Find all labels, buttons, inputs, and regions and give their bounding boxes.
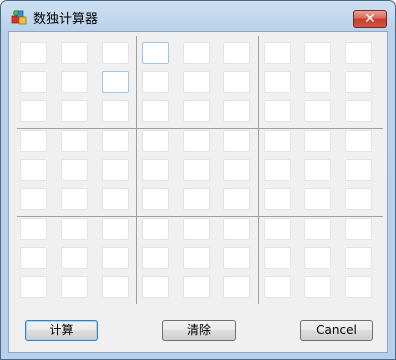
sudoku-cell-r2-c3[interactable] [102, 71, 129, 93]
sudoku-cell-r6-c3[interactable] [102, 188, 129, 210]
sudoku-cell-r7-c8[interactable] [304, 218, 331, 240]
sudoku-cell-r8-c5[interactable] [183, 247, 210, 269]
sudoku-cell-r9-c7[interactable] [264, 276, 291, 298]
box-divider-vertical-2 [258, 36, 259, 304]
sudoku-cell-r5-c9[interactable] [345, 159, 372, 181]
sudoku-cell-r3-c5[interactable] [183, 100, 210, 122]
sudoku-cell-r8-c1[interactable] [20, 247, 47, 269]
sudoku-cell-r7-c9[interactable] [345, 218, 372, 240]
sudoku-cell-r8-c8[interactable] [304, 247, 331, 269]
sudoku-cell-r4-c4[interactable] [142, 130, 169, 152]
sudoku-cell-r7-c7[interactable] [264, 218, 291, 240]
sudoku-cell-r1-c7[interactable] [264, 42, 291, 64]
sudoku-cell-r2-c9[interactable] [345, 71, 372, 93]
sudoku-cell-r3-c9[interactable] [345, 100, 372, 122]
sudoku-cell-r8-c9[interactable] [345, 247, 372, 269]
sudoku-cell-r5-c2[interactable] [61, 159, 88, 181]
title-bar[interactable]: 数独计算器 ✕ [1, 1, 395, 31]
sudoku-cell-r7-c2[interactable] [61, 218, 88, 240]
sudoku-cell-r3-c6[interactable] [223, 100, 250, 122]
sudoku-cell-r9-c1[interactable] [20, 276, 47, 298]
sudoku-cell-r6-c4[interactable] [142, 188, 169, 210]
sudoku-cell-r6-c6[interactable] [223, 188, 250, 210]
sudoku-cell-r6-c5[interactable] [183, 188, 210, 210]
sudoku-cell-r9-c3[interactable] [102, 276, 129, 298]
sudoku-cell-r5-c6[interactable] [223, 159, 250, 181]
sudoku-cell-r1-c9[interactable] [345, 42, 372, 64]
sudoku-cell-r3-c3[interactable] [102, 100, 129, 122]
sudoku-cell-r1-c2[interactable] [61, 42, 88, 64]
sudoku-cell-r1-c8[interactable] [304, 42, 331, 64]
sudoku-cell-r9-c2[interactable] [61, 276, 88, 298]
sudoku-cell-r8-c6[interactable] [223, 247, 250, 269]
sudoku-cell-r9-c6[interactable] [223, 276, 250, 298]
sudoku-cell-r6-c1[interactable] [20, 188, 47, 210]
sudoku-cell-r6-c9[interactable] [345, 188, 372, 210]
sudoku-cell-r9-c4[interactable] [142, 276, 169, 298]
sudoku-cell-r6-c2[interactable] [61, 188, 88, 210]
sudoku-cell-r2-c1[interactable] [20, 71, 47, 93]
sudoku-cell-r5-c5[interactable] [183, 159, 210, 181]
sudoku-cell-r2-c7[interactable] [264, 71, 291, 93]
sudoku-cell-r2-c5[interactable] [183, 71, 210, 93]
sudoku-cell-r7-c1[interactable] [20, 218, 47, 240]
clear-button[interactable]: 清除 [162, 320, 236, 341]
sudoku-grid [9, 32, 389, 312]
sudoku-cell-r1-c1[interactable] [20, 42, 47, 64]
sudoku-cell-r4-c2[interactable] [61, 130, 88, 152]
sudoku-cell-r3-c2[interactable] [61, 100, 88, 122]
sudoku-cell-r3-c7[interactable] [264, 100, 291, 122]
box-divider-vertical-1 [136, 36, 137, 304]
sudoku-cell-r5-c8[interactable] [304, 159, 331, 181]
sudoku-cell-r2-c8[interactable] [304, 71, 331, 93]
sudoku-cell-r5-c3[interactable] [102, 159, 129, 181]
sudoku-cell-r4-c8[interactable] [304, 130, 331, 152]
close-icon: ✕ [364, 11, 376, 27]
sudoku-cell-r5-c1[interactable] [20, 159, 47, 181]
sudoku-cell-r4-c9[interactable] [345, 130, 372, 152]
sudoku-cell-r7-c4[interactable] [142, 218, 169, 240]
sudoku-cell-r1-c4[interactable] [142, 42, 169, 64]
window-title: 数独计算器 [33, 12, 99, 27]
sudoku-cell-r8-c4[interactable] [142, 247, 169, 269]
close-button[interactable]: ✕ [353, 10, 387, 28]
sudoku-cell-r4-c1[interactable] [20, 130, 47, 152]
sudoku-cell-r6-c7[interactable] [264, 188, 291, 210]
sudoku-cell-r1-c6[interactable] [223, 42, 250, 64]
sudoku-cell-r4-c5[interactable] [183, 130, 210, 152]
sudoku-cell-r4-c3[interactable] [102, 130, 129, 152]
app-icon [11, 10, 27, 25]
sudoku-cell-r2-c4[interactable] [142, 71, 169, 93]
sudoku-cell-r7-c5[interactable] [183, 218, 210, 240]
sudoku-cell-r3-c8[interactable] [304, 100, 331, 122]
cancel-button[interactable]: Cancel [300, 320, 373, 341]
sudoku-cell-r8-c7[interactable] [264, 247, 291, 269]
sudoku-cell-r9-c5[interactable] [183, 276, 210, 298]
sudoku-cell-r2-c6[interactable] [223, 71, 250, 93]
sudoku-cell-r7-c6[interactable] [223, 218, 250, 240]
sudoku-cell-r5-c7[interactable] [264, 159, 291, 181]
sudoku-cell-r3-c1[interactable] [20, 100, 47, 122]
box-divider-horizontal-2 [17, 216, 383, 217]
sudoku-cell-r2-c2[interactable] [61, 71, 88, 93]
sudoku-cell-r3-c4[interactable] [142, 100, 169, 122]
calculate-button[interactable]: 计算 [25, 320, 98, 341]
client-area: 计算 清除 Cancel [8, 31, 388, 353]
sudoku-cell-r9-c8[interactable] [304, 276, 331, 298]
sudoku-cell-r1-c3[interactable] [102, 42, 129, 64]
sudoku-cell-r6-c8[interactable] [304, 188, 331, 210]
sudoku-cell-r8-c2[interactable] [61, 247, 88, 269]
sudoku-cell-r1-c5[interactable] [183, 42, 210, 64]
sudoku-cell-r4-c6[interactable] [223, 130, 250, 152]
sudoku-cell-r4-c7[interactable] [264, 130, 291, 152]
app-window: 数独计算器 ✕ 计算 清除 Cancel [0, 0, 396, 360]
sudoku-cell-r5-c4[interactable] [142, 159, 169, 181]
sudoku-cell-r7-c3[interactable] [102, 218, 129, 240]
sudoku-cell-r9-c9[interactable] [345, 276, 372, 298]
sudoku-cell-r8-c3[interactable] [102, 247, 129, 269]
box-divider-horizontal-1 [17, 128, 383, 129]
